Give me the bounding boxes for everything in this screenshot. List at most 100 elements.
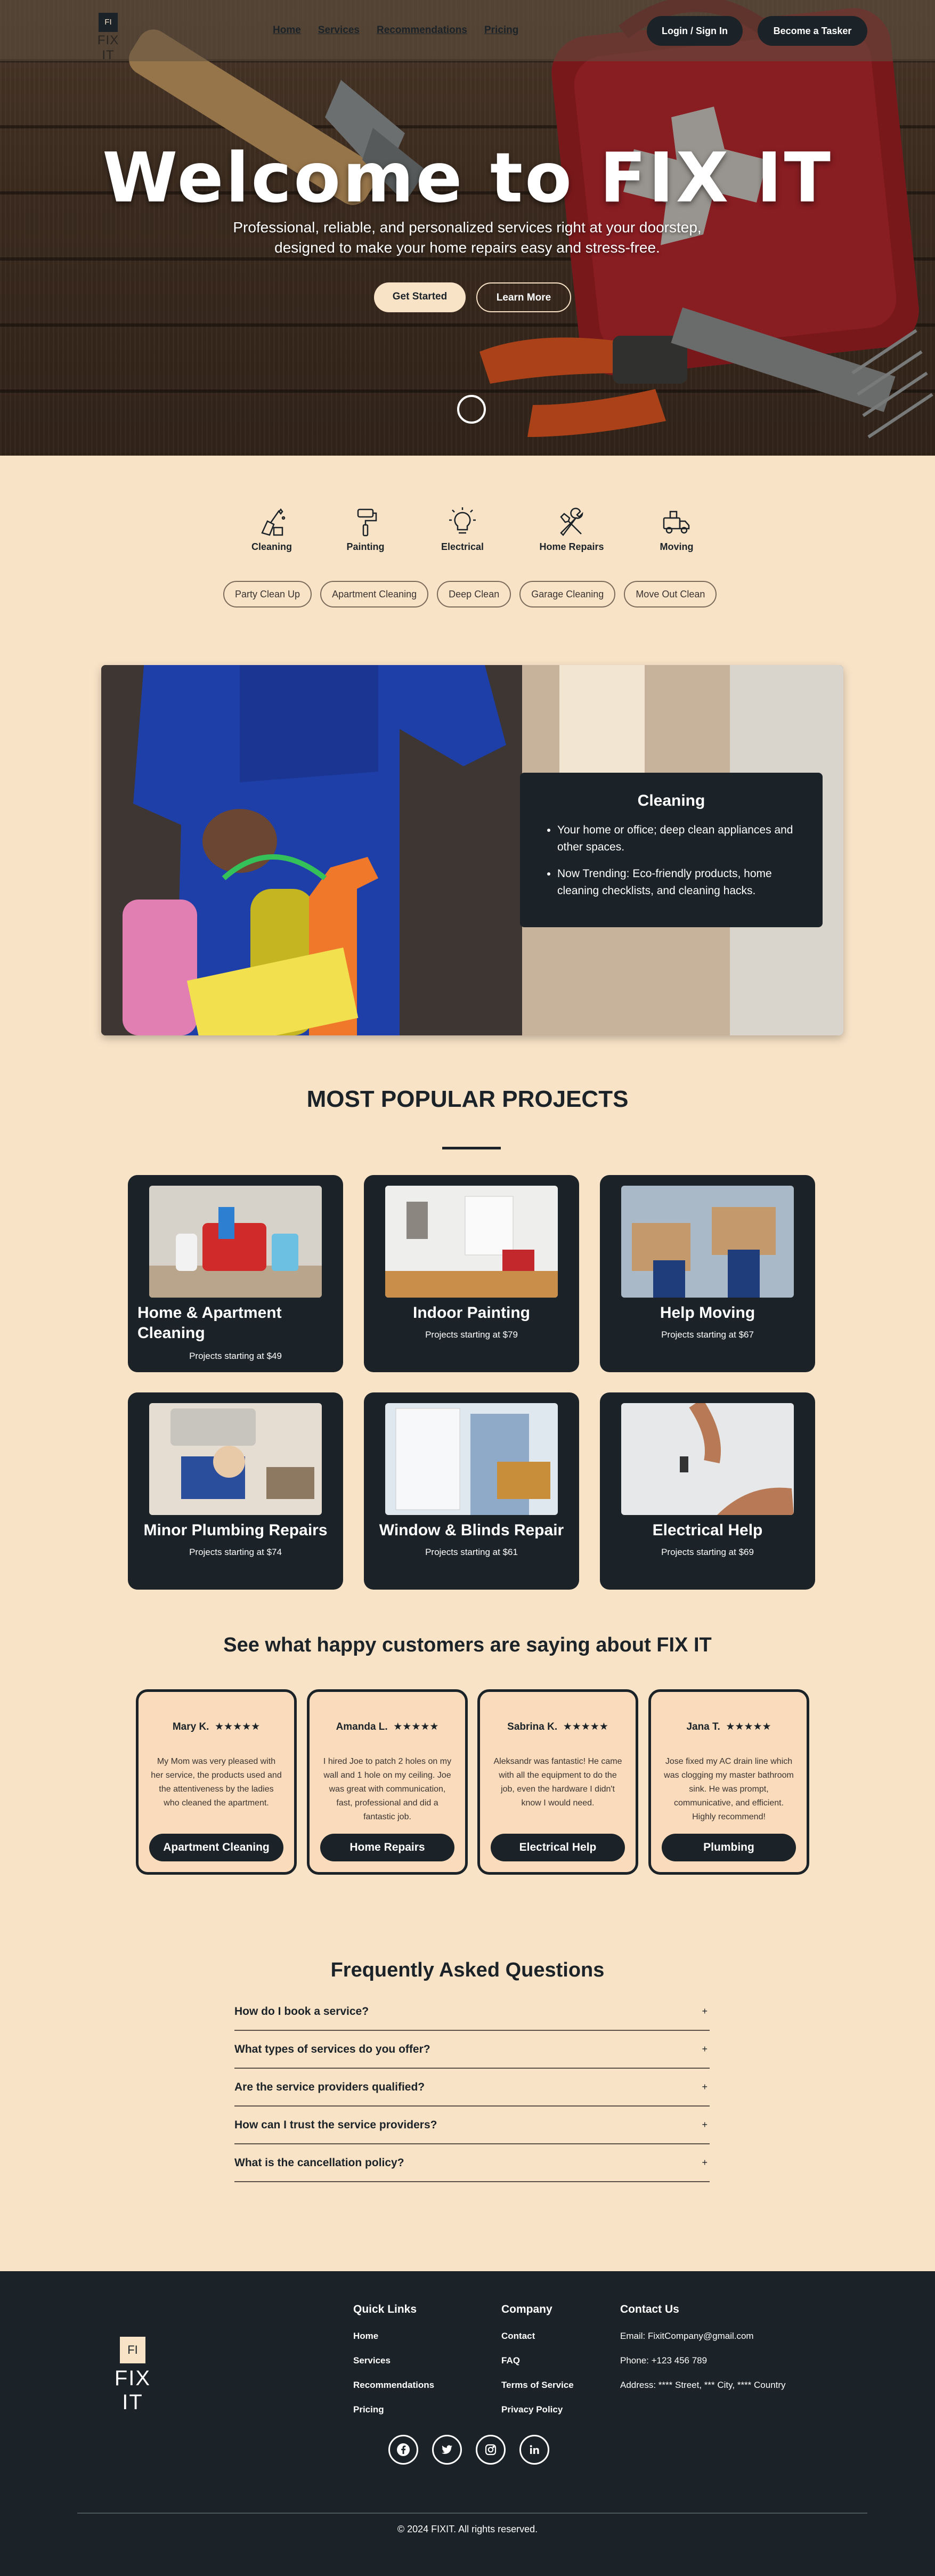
footer-link-recommendations[interactable]: Recommendations	[353, 2380, 434, 2391]
project-card-moving[interactable]: Help Moving Projects starting at $67	[600, 1175, 815, 1372]
project-name: Home & Apartment Cleaning	[137, 1304, 282, 1342]
login-button[interactable]: Login / Sign In	[647, 16, 743, 46]
title-underline	[442, 1147, 501, 1149]
project-price: Projects starting at $49	[189, 1351, 282, 1361]
footer-link-faq[interactable]: FAQ	[501, 2355, 574, 2366]
star-rating: ★★★★★	[215, 1721, 261, 1732]
project-photo	[149, 1403, 322, 1515]
faq-item[interactable]: How do I book a service? +	[234, 1993, 710, 2031]
project-name: Indoor Painting	[413, 1304, 530, 1322]
testimonials-title: See what happy customers are saying abou…	[223, 1634, 712, 1656]
twitter-icon[interactable]	[432, 2435, 462, 2465]
star-rating: ★★★★★	[393, 1721, 439, 1732]
review-text: Jose fixed my AC drain line which was cl…	[664, 1757, 794, 1821]
footer-link-services[interactable]: Services	[353, 2355, 434, 2366]
social-links	[388, 2435, 549, 2465]
carousel-indicator[interactable]	[457, 395, 486, 424]
expand-icon: +	[702, 2119, 708, 2130]
linkedin-icon[interactable]	[519, 2435, 549, 2465]
copyright: © 2024 FIXIT. All rights reserved.	[397, 2524, 538, 2534]
chip-party-clean-up[interactable]: Party Clean Up	[223, 581, 312, 607]
faq-item[interactable]: How can I trust the service providers? +	[234, 2107, 710, 2144]
popular-title: MOST POPULAR PROJECTS	[306, 1086, 629, 1112]
subcategory-chips: Party Clean Up Apartment Cleaning Deep C…	[223, 581, 717, 607]
project-card-window[interactable]: Window & Blinds Repair Projects starting…	[364, 1392, 579, 1590]
testimonial-card: Mary K. ★★★★★ My Mom was very pleased wi…	[136, 1689, 297, 1875]
project-price: Projects starting at $61	[425, 1547, 518, 1557]
review-service-button[interactable]: Electrical Help	[491, 1834, 625, 1861]
footer-logo[interactable]: FI FIX IT	[102, 2337, 163, 2415]
review-text: My Mom was very pleased with her service…	[151, 1757, 282, 1808]
contact-email: Email: FixitCompany@gmail.com	[620, 2331, 754, 2341]
review-service-button[interactable]: Home Repairs	[320, 1834, 454, 1861]
footer: FI FIX IT Quick Links Home Services Reco…	[0, 2271, 935, 2576]
project-card-cleaning[interactable]: Home & Apartment Cleaning Projects start…	[128, 1175, 343, 1372]
faq-list: How do I book a service? + What types of …	[234, 1993, 710, 2182]
logo-mark: FI	[120, 2337, 145, 2363]
category-label: Home Repairs	[539, 541, 604, 552]
expand-icon: +	[702, 2081, 708, 2092]
nav-link-recommendations[interactable]: Recommendations	[377, 25, 467, 36]
faq-item[interactable]: Are the service providers qualified? +	[234, 2069, 710, 2107]
logo-word: FIX IT	[114, 2367, 151, 2414]
faq-item[interactable]: What types of services do you offer? +	[234, 2031, 710, 2069]
top-navigation: FI FIX IT Home Services Recommendations …	[0, 0, 935, 63]
nav-link-home[interactable]: Home	[273, 25, 301, 36]
category-home-repairs[interactable]: Home Repairs	[529, 506, 614, 553]
review-service-button[interactable]: Plumbing	[662, 1834, 796, 1861]
faq-item[interactable]: What is the cancellation policy? +	[234, 2144, 710, 2182]
project-card-plumbing[interactable]: Minor Plumbing Repairs Projects starting…	[128, 1392, 343, 1590]
category-painting[interactable]: Painting	[323, 506, 408, 553]
review-text: I hired Joe to patch 2 holes on my wall …	[323, 1757, 452, 1821]
project-card-electrical[interactable]: Electrical Help Projects starting at $69	[600, 1392, 815, 1590]
project-name: Window & Blinds Repair	[379, 1521, 564, 1539]
facebook-icon[interactable]	[388, 2435, 418, 2465]
star-rating: ★★★★★	[726, 1721, 771, 1732]
footer-link-home[interactable]: Home	[353, 2331, 434, 2342]
category-label: Painting	[346, 541, 385, 552]
category-electrical[interactable]: Electrical	[420, 506, 505, 553]
logo-word: FIX IT	[97, 33, 119, 62]
reviewer-name: Sabrina K.	[507, 1721, 558, 1732]
reviewer: Amanda L. ★★★★★	[310, 1721, 465, 1733]
footer-link-privacy[interactable]: Privacy Policy	[501, 2404, 574, 2415]
feature-bullet: Now Trending: Eco-friendly products, hom…	[557, 865, 799, 900]
nav-link-services[interactable]: Services	[318, 25, 360, 36]
become-tasker-button[interactable]: Become a Tasker	[758, 16, 867, 46]
testimonial-card: Sabrina K. ★★★★★ Aleksandr was fantastic…	[477, 1689, 638, 1875]
faq-title: Frequently Asked Questions	[330, 1959, 605, 1981]
chip-garage-cleaning[interactable]: Garage Cleaning	[519, 581, 616, 607]
contact-phone: Phone: +123 456 789	[620, 2355, 708, 2366]
chip-move-out-clean[interactable]: Move Out Clean	[624, 581, 717, 607]
faq-question: How can I trust the service providers?	[234, 2118, 437, 2131]
paint-roller-icon	[357, 508, 377, 537]
chip-deep-clean[interactable]: Deep Clean	[437, 581, 511, 607]
footer-link-contact[interactable]: Contact	[501, 2331, 574, 2342]
brand-logo[interactable]: FI FIX IT	[90, 13, 127, 63]
chip-apartment-cleaning[interactable]: Apartment Cleaning	[320, 581, 429, 607]
learn-more-button[interactable]: Learn More	[476, 282, 571, 312]
expand-icon: +	[702, 2006, 708, 2016]
testimonial-card: Amanda L. ★★★★★ I hired Joe to patch 2 h…	[307, 1689, 468, 1875]
project-card-painting[interactable]: Indoor Painting Projects starting at $79	[364, 1175, 579, 1372]
footer-link-pricing[interactable]: Pricing	[353, 2404, 434, 2415]
reviewer-name: Amanda L.	[336, 1721, 388, 1732]
feature-bullet: Your home or office; deep clean applianc…	[557, 822, 799, 856]
hero-subtitle: Professional, reliable, and personalized…	[233, 219, 702, 256]
reviewer-name: Jana T.	[686, 1721, 720, 1732]
get-started-button[interactable]: Get Started	[374, 282, 466, 312]
expand-icon: +	[702, 2044, 708, 2054]
review-service-button[interactable]: Apartment Cleaning	[149, 1834, 283, 1861]
reviewer: Jana T. ★★★★★	[651, 1721, 807, 1733]
footer-link-terms[interactable]: Terms of Service	[501, 2380, 574, 2391]
footer-contact: Contact Us Email: FixitCompany@gmail.com…	[620, 2303, 786, 2404]
category-cleaning[interactable]: Cleaning	[229, 506, 314, 553]
category-moving[interactable]: Moving	[634, 506, 719, 553]
nav-link-pricing[interactable]: Pricing	[484, 25, 518, 36]
project-price: Projects starting at $67	[661, 1330, 754, 1340]
reviewer: Sabrina K. ★★★★★	[480, 1721, 636, 1733]
project-name: Help Moving	[660, 1304, 755, 1322]
instagram-icon[interactable]	[476, 2435, 506, 2465]
footer-divider	[77, 2513, 867, 2514]
footer-heading: Quick Links	[353, 2303, 417, 2315]
